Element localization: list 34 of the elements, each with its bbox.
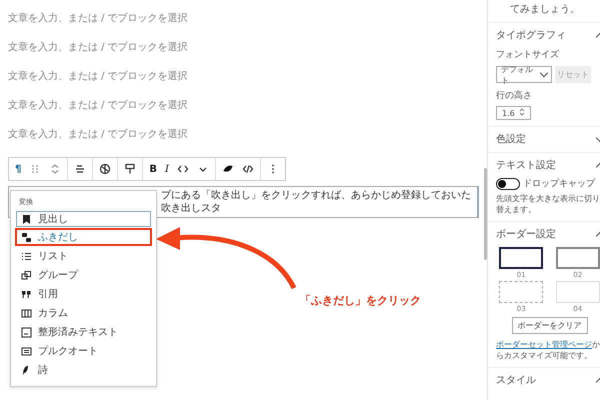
menu-item[interactable]: ふきだし xyxy=(15,228,152,246)
settings-link[interactable]: ボーダーセット管理ページ xyxy=(496,340,592,349)
clear-border-button[interactable]: ボーダーをクリア xyxy=(512,317,588,334)
menu-item[interactable]: 引用 xyxy=(15,285,152,303)
placeholder-text[interactable]: 文章を入力、または / でブロックを選択 xyxy=(8,70,188,84)
placeholder-text[interactable]: 文章を入力、または / でブロックを選択 xyxy=(8,99,188,113)
toolbar-button[interactable]: B xyxy=(145,158,161,180)
field-label: 行の高さ xyxy=(496,90,533,102)
menu-item[interactable]: 詩 xyxy=(15,361,152,379)
placeholder-text[interactable]: 文章を入力、または / でブロックを選択 xyxy=(8,41,188,55)
font-size-select[interactable]: デフォルト xyxy=(496,66,552,83)
help-text: 先頭文字を大きな表示に切り替えます。 xyxy=(496,193,600,215)
placeholder-text[interactable]: 文章を入力、または / でブロックを選択 xyxy=(8,128,188,142)
panel-title[interactable]: テキスト設定 xyxy=(496,158,556,172)
placeholder-text[interactable]: 文章を入力、または / でブロックを選択 xyxy=(8,12,188,26)
menu-item[interactable]: プルクオート xyxy=(15,342,152,360)
panel-title[interactable]: タイポグラフィ xyxy=(496,28,566,42)
toggle-label: ドロップキャップ xyxy=(523,177,595,190)
menu-item[interactable]: グループ xyxy=(15,266,152,284)
menu-item[interactable]: 見出し xyxy=(16,211,151,227)
help-text: てみましょう。 xyxy=(488,0,600,23)
paragraph-text: ブにある「吹き出し」をクリックすれば、あらかじめ登録しておいた吹き出しスタ xyxy=(161,189,471,215)
line-height-field[interactable]: 1.6 xyxy=(496,106,532,120)
menu-item[interactable]: カラム xyxy=(15,304,152,322)
menu-item[interactable]: リスト xyxy=(15,247,152,265)
toolbar-button[interactable]: I xyxy=(161,158,173,180)
panel-title[interactable]: ボーダー設定 xyxy=(496,227,556,241)
menu-item[interactable]: 整形済みテキスト xyxy=(15,323,152,341)
field-label: フォントサイズ xyxy=(496,48,560,61)
annotation-text: 「ふきだし」をクリック xyxy=(300,293,421,308)
panel-title[interactable]: 色設定 xyxy=(496,132,526,146)
help-text: ボーダーセット管理ページからカスタマイズ可能です。 xyxy=(496,339,600,361)
panel-title[interactable]: スタイル xyxy=(496,373,536,387)
toolbar-button[interactable]: ¶ xyxy=(11,158,26,180)
